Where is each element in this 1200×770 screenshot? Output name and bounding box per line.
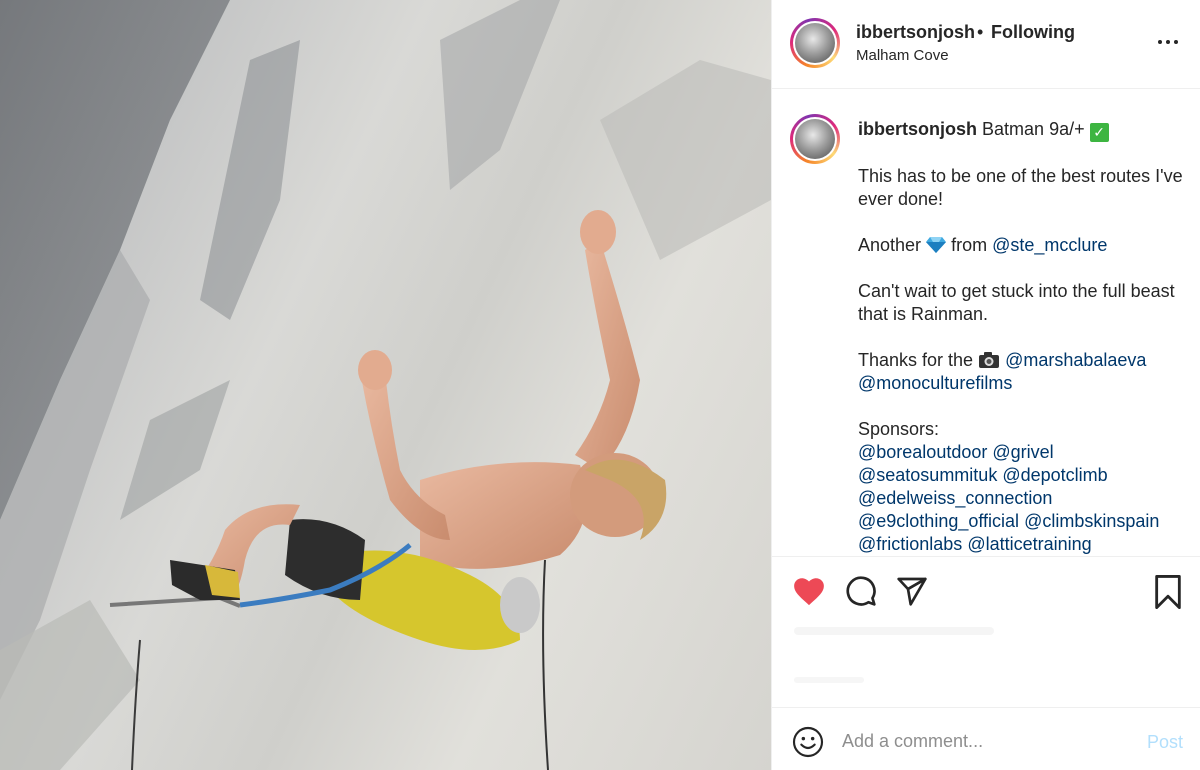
- mention-link[interactable]: @depotclimb: [1002, 465, 1107, 485]
- post-photo[interactable]: [0, 0, 771, 770]
- heart-icon[interactable]: [792, 575, 826, 607]
- comment-icon[interactable]: [844, 575, 878, 607]
- mention-link[interactable]: @borealoutdoor: [858, 442, 987, 462]
- check-mark-icon: ✓: [1089, 123, 1109, 142]
- mention-link[interactable]: @edelweiss_connection: [858, 488, 1052, 508]
- caption-line: This has to be one of the best routes I'…: [858, 166, 1183, 209]
- caption-avatar[interactable]: [790, 114, 840, 164]
- sponsor-line: @seatosummituk @depotclimb: [858, 464, 1193, 487]
- mention-link[interactable]: @seatosummituk: [858, 465, 997, 485]
- likes-count[interactable]: [794, 627, 994, 635]
- caption-text: ibbertsonjosh Batman 9a/+ ✓ This has to …: [858, 118, 1193, 555]
- more-options-icon[interactable]: [1154, 26, 1184, 56]
- caption-line: Can't wait to get stuck into the full be…: [858, 281, 1175, 324]
- mention-link[interactable]: @ste_mcclure: [992, 235, 1107, 255]
- caption-from: from: [951, 235, 988, 255]
- post-panel: ibbertsonjosh • Following Malham Cove ib…: [771, 0, 1200, 770]
- mention-link[interactable]: @marshabalaeva: [1005, 350, 1146, 370]
- post-button[interactable]: Post: [1147, 732, 1183, 753]
- mention-link[interactable]: @climbskinspain: [1024, 511, 1159, 531]
- avatar[interactable]: [790, 18, 840, 68]
- caption-another: Another: [858, 235, 922, 255]
- comment-input[interactable]: [842, 728, 1132, 754]
- header-username[interactable]: ibbertsonjosh: [856, 22, 975, 43]
- bookmark-icon[interactable]: [1153, 575, 1183, 609]
- climber-image: [0, 0, 771, 770]
- sponsor-line: @borealoutdoor @grivel: [858, 441, 1193, 464]
- location-link[interactable]: Malham Cove: [856, 47, 949, 64]
- caption-section: ibbertsonjosh Batman 9a/+ ✓ This has to …: [772, 90, 1200, 555]
- camera-icon: [979, 352, 1000, 368]
- timestamp: [794, 677, 864, 683]
- sponsors-label: Sponsors:: [858, 419, 940, 439]
- action-bar: [772, 556, 1200, 706]
- sponsor-list: @borealoutdoor @grivel @seatosummituk @de…: [858, 441, 1193, 555]
- route-name: Batman 9a/+: [982, 119, 1085, 139]
- sponsor-line: @edelweiss_connection: [858, 487, 1193, 510]
- comment-box: Post: [772, 707, 1200, 770]
- sponsor-line: @e9clothing_official @climbskinspain: [858, 510, 1193, 533]
- header-separator: •: [977, 22, 984, 42]
- mention-link[interactable]: @latticetraining: [967, 534, 1091, 554]
- share-icon[interactable]: [895, 575, 929, 607]
- post-header: ibbertsonjosh • Following Malham Cove: [772, 0, 1200, 89]
- caption-thanks: Thanks for the: [858, 350, 974, 370]
- following-button[interactable]: Following: [991, 22, 1075, 43]
- emoji-icon[interactable]: [792, 726, 824, 758]
- mention-link[interactable]: @monoculturefilms: [858, 373, 1012, 393]
- caption-username[interactable]: ibbertsonjosh: [858, 119, 977, 139]
- mention-link[interactable]: @frictionlabs: [858, 534, 962, 554]
- gem-icon: [926, 237, 947, 253]
- mention-link[interactable]: @e9clothing_official: [858, 511, 1019, 531]
- sponsor-line: @frictionlabs @latticetraining: [858, 533, 1193, 555]
- mention-link[interactable]: @grivel: [992, 442, 1053, 462]
